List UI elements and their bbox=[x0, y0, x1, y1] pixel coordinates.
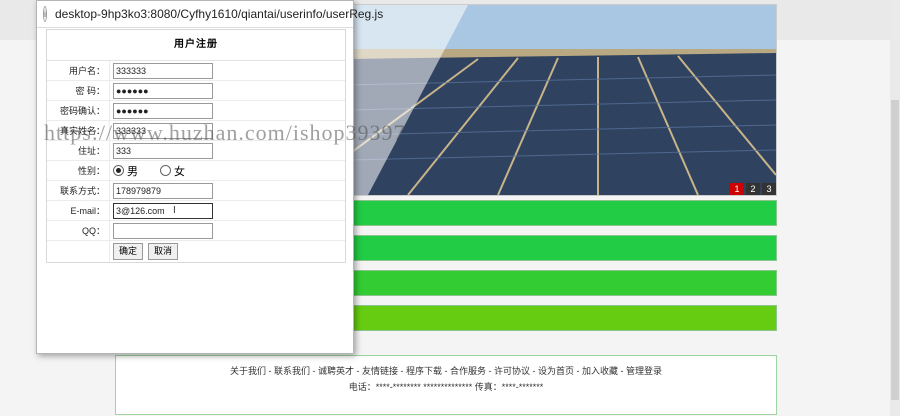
radio-unchecked-icon bbox=[160, 165, 171, 176]
confirm-password-label: 密码确认： bbox=[59, 106, 105, 116]
slide-nav: 1 2 3 bbox=[728, 183, 776, 195]
confirm-password-field[interactable]: ●●●●●● bbox=[113, 102, 213, 119]
green-bar-4 bbox=[351, 305, 777, 331]
submit-button[interactable]: 确定 bbox=[113, 243, 144, 260]
password-field[interactable]: ●●●●●● bbox=[113, 82, 213, 99]
slide-button-3[interactable]: 3 bbox=[762, 183, 776, 195]
cancel-button[interactable]: 取消 bbox=[148, 243, 179, 260]
register-form: 用户注册 用户名： 333333 密 码： ●●●●●● 密码确认： ●●●●●… bbox=[46, 29, 346, 263]
popup-window: i desktop-9hp3ko3:8080/Cyfhy1610/qiantai… bbox=[36, 0, 383, 354]
qq-field[interactable] bbox=[113, 222, 213, 239]
green-bar-3 bbox=[351, 270, 777, 296]
info-icon[interactable]: i bbox=[43, 6, 47, 22]
gender-radio-male[interactable]: 男 bbox=[113, 163, 138, 179]
password-label: 密 码： bbox=[75, 86, 105, 96]
radio-checked-icon bbox=[113, 165, 124, 176]
row-email: E-mail： 3@126.com I bbox=[47, 201, 345, 221]
email-field[interactable]: 3@126.com bbox=[113, 202, 213, 219]
address-text[interactable]: desktop-9hp3ko3:8080/Cyfhy1610/qiantai/u… bbox=[55, 7, 383, 21]
text-cursor-icon: I bbox=[173, 205, 176, 216]
row-gender: 性别： 男 女 bbox=[47, 161, 345, 181]
footer-links[interactable]: 关于我们 - 联系我们 - 诚聘英才 - 友情链接 - 程序下载 - 合作服务 … bbox=[116, 364, 776, 377]
banner-slideshow[interactable]: 1 2 3 bbox=[347, 4, 777, 196]
username-label: 用户名： bbox=[68, 66, 105, 76]
row-username: 用户名： 333333 bbox=[47, 61, 345, 81]
realname-field[interactable]: 333333 bbox=[113, 122, 213, 139]
email-label: E-mail： bbox=[70, 206, 105, 216]
form-title: 用户注册 bbox=[47, 30, 345, 61]
green-bar-1 bbox=[351, 200, 777, 226]
page-footer: 关于我们 - 联系我们 - 诚聘英才 - 友情链接 - 程序下载 - 合作服务 … bbox=[115, 355, 777, 415]
contact-field[interactable]: 178979879 bbox=[113, 182, 213, 199]
solar-farm-image bbox=[348, 5, 776, 195]
row-buttons: 确定 取消 bbox=[47, 241, 345, 262]
row-confirm: 密码确认： ●●●●●● bbox=[47, 101, 345, 121]
address-field[interactable]: 333 bbox=[113, 142, 213, 159]
slide-button-1[interactable]: 1 bbox=[730, 183, 744, 195]
contact-label: 联系方式： bbox=[59, 186, 105, 196]
row-address: 住址： 333 bbox=[47, 141, 345, 161]
realname-label: 真实姓名： bbox=[59, 126, 105, 136]
footer-contact: 电话：****-******** ************** 传真：****-… bbox=[348, 382, 544, 392]
green-bar-2 bbox=[351, 235, 777, 261]
row-qq: QQ： bbox=[47, 221, 345, 241]
username-field[interactable]: 333333 bbox=[113, 62, 213, 79]
slide-button-2[interactable]: 2 bbox=[746, 183, 760, 195]
gender-label: 性别： bbox=[77, 166, 105, 176]
row-realname: 真实姓名： 333333 bbox=[47, 121, 345, 141]
row-password: 密 码： ●●●●●● bbox=[47, 81, 345, 101]
address-label: 住址： bbox=[77, 146, 105, 156]
address-bar[interactable]: i desktop-9hp3ko3:8080/Cyfhy1610/qiantai… bbox=[37, 1, 383, 28]
gender-radio-female[interactable]: 女 bbox=[160, 163, 185, 179]
row-contact: 联系方式： 178979879 bbox=[47, 181, 345, 201]
scrollbar-thumb[interactable] bbox=[891, 100, 899, 400]
qq-label: QQ： bbox=[81, 226, 105, 236]
